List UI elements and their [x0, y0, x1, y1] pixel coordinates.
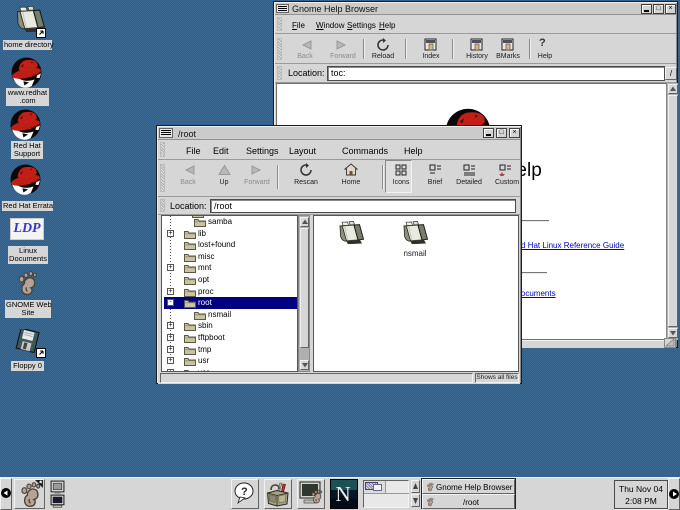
svg-text:?: ?: [241, 486, 248, 498]
svg-text:N: N: [336, 482, 351, 506]
